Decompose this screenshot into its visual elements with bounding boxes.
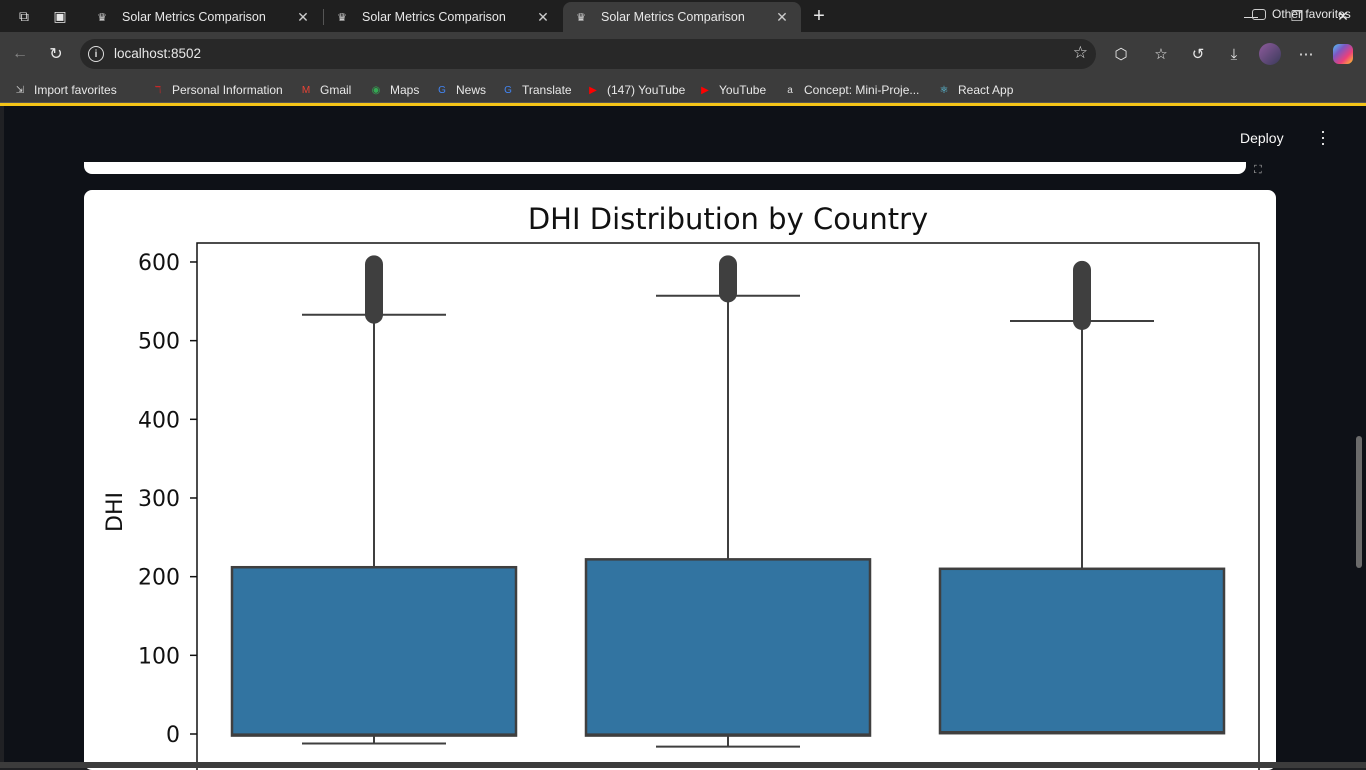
y-tick-label: 400 xyxy=(138,408,180,433)
gmail-icon: M xyxy=(301,84,311,96)
tab-title: Solar Metrics Comparison xyxy=(122,10,266,24)
boxplot-chart: DHI Distribution by Country DHI 0 100 200 3… xyxy=(103,202,1260,770)
bookmark-item[interactable]: ▶ (147) YouTube xyxy=(585,80,685,100)
bookmark-app-icon: ℸ xyxy=(154,84,162,96)
import-icon: ⇲ xyxy=(15,84,25,96)
alx-icon: a xyxy=(787,84,793,96)
y-tick-label: 100 xyxy=(138,644,180,669)
chart-card: DHI Distribution by Country DHI 0 100 200 3… xyxy=(84,190,1276,770)
bookmark-label: YouTube xyxy=(719,83,767,97)
extensions-icon[interactable]: ⬡ xyxy=(1109,42,1133,66)
bookmark-item[interactable]: G Translate xyxy=(500,80,572,100)
tab-title: Solar Metrics Comparison xyxy=(362,10,506,24)
box-iqr xyxy=(230,565,518,737)
y-tick-label: 0 xyxy=(166,723,180,748)
bookmark-label: (147) YouTube xyxy=(607,83,686,97)
bookmark-label: Personal Information xyxy=(172,83,283,97)
bookmark-item[interactable]: ◉ Maps xyxy=(368,80,420,100)
chart-title: DHI Distribution by Country xyxy=(528,202,928,236)
y-axis-label: DHI xyxy=(103,492,128,532)
scrollbar-track[interactable] xyxy=(1354,106,1366,762)
other-favorites[interactable]: Other favorites xyxy=(1252,4,1351,24)
new-tab-icon[interactable]: + xyxy=(809,5,829,27)
refresh-icon[interactable]: ↻ xyxy=(44,42,68,66)
youtube-icon: ▶ xyxy=(701,84,709,96)
bookmark-label: Maps xyxy=(390,83,420,97)
previous-chart-card xyxy=(84,162,1246,174)
address-bar: ← ↻ i localhost:8502 ☆ ⬡ ☆ ↺ ⤓ ⋯ xyxy=(0,32,1366,76)
bookmark-label: React App xyxy=(958,83,1014,97)
box-iqr xyxy=(938,567,1226,735)
back-icon[interactable]: ← xyxy=(8,42,32,66)
copilot-icon[interactable] xyxy=(1331,42,1355,66)
bookmark-item[interactable]: ℸ Personal Information xyxy=(150,80,283,100)
bookmark-item[interactable]: ⚛ React App xyxy=(936,80,1014,100)
site-info-icon[interactable]: i xyxy=(88,46,104,62)
url-bar[interactable]: i localhost:8502 ☆ xyxy=(80,39,1096,69)
maps-icon: ◉ xyxy=(371,84,381,96)
scrollbar-thumb[interactable] xyxy=(1356,436,1362,568)
fullscreen-icon[interactable]: ⛶ xyxy=(1254,164,1262,177)
more-options-icon[interactable]: ⋯ xyxy=(1294,42,1318,66)
translate-icon: G xyxy=(504,84,512,96)
favorite-star-icon[interactable]: ☆ xyxy=(1073,43,1088,63)
window-bottom-edge xyxy=(0,762,1366,768)
bookmark-label: Concept: Mini-Proje... xyxy=(804,83,920,97)
main-menu-icon[interactable]: · · · xyxy=(1318,122,1328,152)
vertical-tabs-icon[interactable]: ▣ xyxy=(50,6,70,26)
folder-icon xyxy=(1252,8,1266,20)
y-tick-label: 300 xyxy=(138,487,180,512)
streamlit-crown-icon: ♛ xyxy=(337,11,347,24)
url-text[interactable]: localhost:8502 xyxy=(114,46,201,61)
profile-avatar[interactable] xyxy=(1258,42,1282,66)
app-main: Deploy · · · ⛶ DHI Distribution by Country… xyxy=(4,106,1354,770)
downloads-icon[interactable]: ⤓ xyxy=(1222,42,1246,66)
tab-3-active[interactable]: ♛ Solar Metrics Comparison ✕ xyxy=(563,2,801,32)
close-icon[interactable]: ✕ xyxy=(294,8,312,26)
bookmark-item[interactable]: ▶ YouTube xyxy=(697,80,766,100)
youtube-icon: ▶ xyxy=(589,84,597,96)
tab-2[interactable]: ♛ Solar Metrics Comparison ✕ xyxy=(324,2,562,32)
bookmark-label: Translate xyxy=(522,83,572,97)
bookmark-item[interactable]: a Concept: Mini-Proje... xyxy=(782,80,919,100)
news-icon: G xyxy=(438,84,446,96)
favorites-icon[interactable]: ☆ xyxy=(1149,42,1173,66)
workspaces-icon[interactable]: ⧉ xyxy=(14,6,34,26)
bookmark-label: Import favorites xyxy=(34,83,117,97)
tab-1[interactable]: ♛ Solar Metrics Comparison ✕ xyxy=(84,2,322,32)
y-tick-label: 200 xyxy=(138,566,180,591)
streamlit-crown-icon: ♛ xyxy=(97,11,107,24)
y-tick-label: 500 xyxy=(138,330,180,355)
bookmark-item[interactable]: G News xyxy=(434,80,486,100)
other-favorites-label: Other favorites xyxy=(1272,7,1351,21)
box-iqr xyxy=(584,558,872,737)
tab-strip: ⧉ ▣ ♛ Solar Metrics Comparison ✕ ♛ Solar… xyxy=(0,0,1366,32)
bookmark-item[interactable]: ⇲ Import favorites xyxy=(12,80,117,100)
react-icon: ⚛ xyxy=(939,84,949,96)
history-icon[interactable]: ↺ xyxy=(1186,42,1210,66)
y-tick-label: 600 xyxy=(138,251,180,276)
close-icon[interactable]: ✕ xyxy=(534,8,552,26)
bookmark-label: Gmail xyxy=(320,83,352,97)
streamlit-crown-icon: ♛ xyxy=(576,11,586,24)
bookmark-item[interactable]: M Gmail xyxy=(298,80,352,100)
close-icon[interactable]: ✕ xyxy=(773,8,791,26)
tab-title: Solar Metrics Comparison xyxy=(601,10,745,24)
deploy-button[interactable]: Deploy xyxy=(1240,130,1284,146)
bookmark-label: News xyxy=(456,83,487,97)
